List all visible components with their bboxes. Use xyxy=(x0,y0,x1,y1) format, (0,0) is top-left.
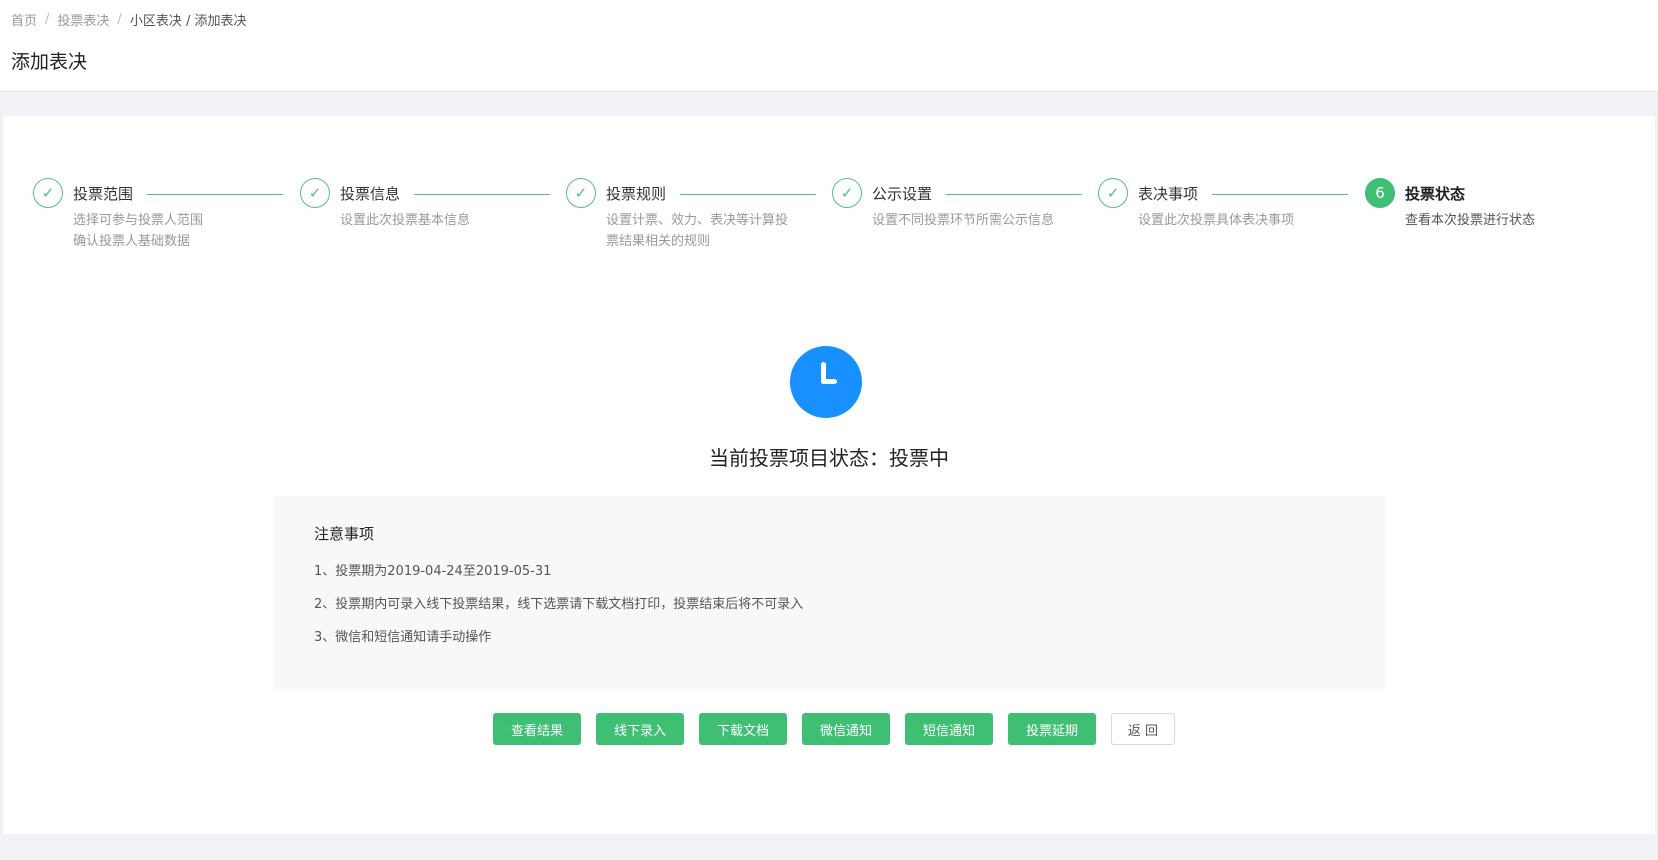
sms-notify-button[interactable]: 短信通知 xyxy=(905,713,993,745)
breadcrumb-home[interactable]: 首页 xyxy=(11,10,37,29)
breadcrumb-current: 小区表决 / 添加表决 xyxy=(129,14,247,29)
check-icon: ✓ xyxy=(832,178,862,208)
step-vote-scope[interactable]: ✓ 投票范围 选择可参与投票人范围 确认投票人基础数据 xyxy=(33,178,283,268)
step-description: 设置此次投票基本信息 xyxy=(340,213,471,228)
breadcrumb-separator: / xyxy=(45,12,50,27)
step-description: 设置不同投票环节所需公示信息 xyxy=(872,213,1055,228)
notice-item: 2、投票期内可录入线下投票结果，线下选票请下载文档打印，投票结束后将不可录入 xyxy=(314,597,804,612)
notice-panel: 注意事项 1、投票期为2019-04-24至2019-05-31 2、投票期内可… xyxy=(273,496,1385,689)
view-result-button[interactable]: 查看结果 xyxy=(493,713,581,745)
page-title: 添加表决 xyxy=(11,51,88,73)
check-icon: ✓ xyxy=(300,178,330,208)
step-title: 投票状态 xyxy=(1405,183,1480,204)
step-vote-status[interactable]: 6 投票状态 查看本次投票进行状态 xyxy=(1365,178,1615,268)
step-vote-rules[interactable]: ✓ 投票规则 设置计票、效力、表决等计算投 票结果相关的规则 xyxy=(566,178,816,268)
main-card: ✓ 投票范围 选择可参与投票人范围 确认投票人基础数据 ✓ 投票信息 设置此次投… xyxy=(3,116,1655,834)
breadcrumb-separator: / xyxy=(117,12,122,27)
step-title: 表决事项 xyxy=(1138,183,1213,204)
step-title: 投票范围 xyxy=(73,183,148,204)
page-header: 首页 / 投票表决 / 小区表决 / 添加表决 添加表决 xyxy=(0,0,1658,92)
steps-bar: ✓ 投票范围 选择可参与投票人范围 确认投票人基础数据 ✓ 投票信息 设置此次投… xyxy=(3,116,1655,266)
step-description: 查看本次投票进行状态 xyxy=(1405,213,1536,228)
step-number-badge: 6 xyxy=(1365,178,1395,208)
vote-status-text: 当前投票项目状态：投票中 xyxy=(709,446,949,470)
breadcrumb-voting[interactable]: 投票表决 xyxy=(57,10,109,29)
breadcrumb: 首页 / 投票表决 / 小区表决 / 添加表决 xyxy=(11,10,246,29)
step-title: 公示设置 xyxy=(872,183,947,204)
step-title: 投票信息 xyxy=(340,183,415,204)
step-vote-info[interactable]: ✓ 投票信息 设置此次投票基本信息 xyxy=(300,178,550,268)
notice-title: 注意事项 xyxy=(314,525,375,543)
notice-item: 1、投票期为2019-04-24至2019-05-31 xyxy=(314,564,552,579)
download-doc-button[interactable]: 下载文档 xyxy=(699,713,787,745)
offline-entry-button[interactable]: 线下录入 xyxy=(596,713,684,745)
notice-item: 3、微信和短信通知请手动操作 xyxy=(314,630,492,645)
check-icon: ✓ xyxy=(33,178,63,208)
back-button[interactable]: 返 回 xyxy=(1111,713,1175,745)
action-bar: 查看结果 线下录入 下载文档 微信通知 短信通知 投票延期 返 回 xyxy=(493,713,1175,745)
step-resolution-items[interactable]: ✓ 表决事项 设置此次投票具体表决事项 xyxy=(1098,178,1348,268)
step-description: 设置计票、效力、表决等计算投 票结果相关的规则 xyxy=(606,213,789,249)
check-icon: ✓ xyxy=(566,178,596,208)
clock-icon xyxy=(790,346,862,418)
wechat-notify-button[interactable]: 微信通知 xyxy=(802,713,890,745)
step-description: 选择可参与投票人范围 确认投票人基础数据 xyxy=(73,213,204,249)
check-icon: ✓ xyxy=(1098,178,1128,208)
step-title: 投票规则 xyxy=(606,183,681,204)
step-publicity-settings[interactable]: ✓ 公示设置 设置不同投票环节所需公示信息 xyxy=(832,178,1082,268)
step-description: 设置此次投票具体表决事项 xyxy=(1138,213,1295,228)
extend-vote-button[interactable]: 投票延期 xyxy=(1008,713,1096,745)
clock-hand-minute xyxy=(821,379,837,384)
